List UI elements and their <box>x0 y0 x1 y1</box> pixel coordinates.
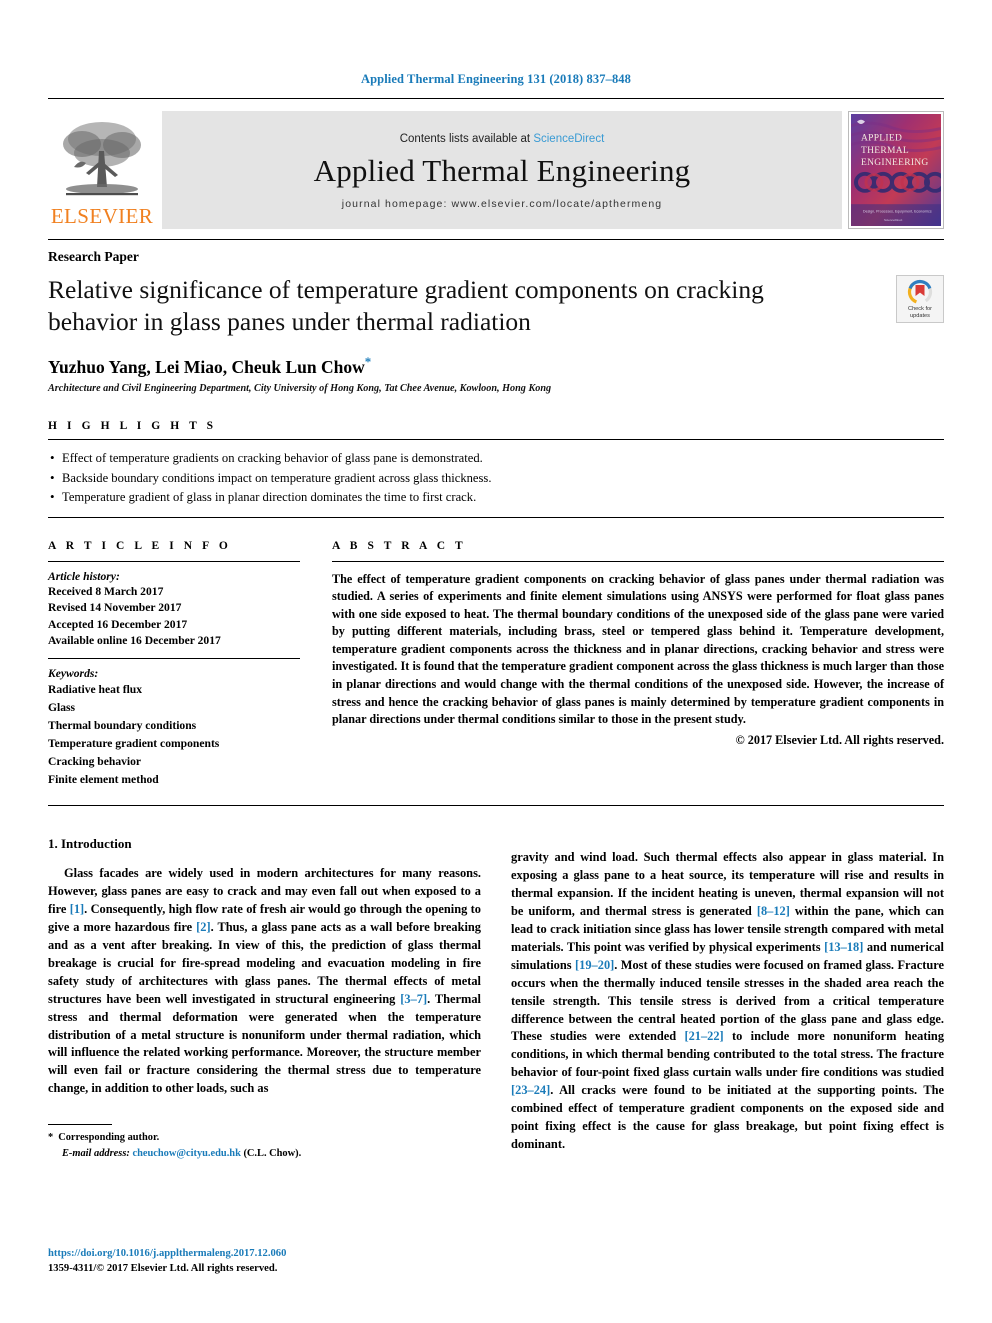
header-divider <box>48 98 944 99</box>
abstract-text: The effect of temperature gradient compo… <box>332 571 944 727</box>
keyword-item: Temperature gradient components <box>48 737 220 751</box>
history-available-online: Available online 16 December 2017 <box>48 633 221 647</box>
intro2-text-f: . All cracks were found to be initiated … <box>511 1083 944 1152</box>
keywords-label: Keywords: <box>48 667 99 681</box>
journal-title: Applied Thermal Engineering <box>313 152 691 188</box>
corresponding-author-marker: * <box>364 354 372 370</box>
citation-19-20[interactable]: [19–20] <box>575 958 614 972</box>
keyword-item: Radiative heat flux <box>48 683 143 697</box>
author-list: Yuzhuo Yang, Lei Miao, Cheuk Lun Chow* <box>48 354 944 378</box>
footnote-star: * <box>48 1132 54 1144</box>
paper-page: Applied Thermal Engineering 131 (2018) 8… <box>0 0 992 1323</box>
article-type: Research Paper <box>48 249 139 264</box>
running-head: Applied Thermal Engineering 131 (2018) 8… <box>360 72 631 86</box>
svg-text:THERMAL: THERMAL <box>861 146 909 156</box>
doi-link[interactable]: https://doi.org/10.1016/j.applthermaleng… <box>48 1247 286 1262</box>
history-revised: Revised 14 November 2017 <box>48 601 182 615</box>
svg-text:ENGINEERING: ENGINEERING <box>861 158 929 168</box>
intro-paragraph-right: gravity and wind load. Such thermal effe… <box>511 849 944 1155</box>
footnote-rule <box>48 1124 112 1126</box>
article-info-heading: A R T I C L E I N F O <box>48 539 232 552</box>
abstract-copyright: © 2017 Elsevier Ltd. All rights reserved… <box>735 732 944 747</box>
contents-line: Contents lists available at ScienceDirec… <box>400 133 605 145</box>
email-note: E-mail address: cheuchow@cityu.edu.hk (C… <box>48 1146 481 1162</box>
citation-3-7[interactable]: [3–7] <box>400 992 427 1006</box>
info-abstract-section: A R T I C L E I N F O Article history: R… <box>48 540 944 790</box>
elsevier-wordmark: ELSEVIER <box>50 204 154 228</box>
keywords-block: Keywords: Radiative heat flux Glass Ther… <box>48 658 300 789</box>
list-item: Temperature gradient of glass in planar … <box>50 487 944 508</box>
abstract-heading: A B S T R A C T <box>332 539 467 552</box>
citation-8-12[interactable]: [8–12] <box>757 904 790 918</box>
intro-paragraph-left: Glass facades are widely used in modern … <box>48 865 481 1099</box>
title-block: Research Paper Relative significance of … <box>48 249 944 394</box>
footer-block: https://doi.org/10.1016/j.applthermaleng… <box>48 1247 286 1277</box>
crossmark-line1: Check for <box>908 305 932 312</box>
article-info-rule <box>48 560 300 562</box>
keywords-rule <box>48 658 300 660</box>
contents-prefix: Contents lists available at <box>399 132 534 145</box>
journal-cover-thumbnail[interactable]: APPLIED THERMAL ENGINEERING Design, Proc… <box>848 111 944 229</box>
svg-text:ScienceDirect: ScienceDirect <box>884 218 903 222</box>
page-title: Relative significance of temperature gra… <box>48 275 764 337</box>
citation-21-22[interactable]: [21–22] <box>684 1029 723 1043</box>
abstract-bottom-rule <box>48 805 944 807</box>
citation-1[interactable]: [1] <box>70 902 84 916</box>
crossmark-line2: updates <box>910 312 930 319</box>
email-label: E-mail address: <box>62 1148 130 1160</box>
journal-homepage[interactable]: journal homepage: www.elsevier.com/locat… <box>342 198 662 210</box>
keyword-item: Thermal boundary conditions <box>48 719 197 733</box>
keyword-item: Finite element method <box>48 773 159 787</box>
corresponding-text: Corresponding author. <box>58 1132 160 1144</box>
article-info-column: A R T I C L E I N F O Article history: R… <box>48 540 300 790</box>
cover-artwork: APPLIED THERMAL ENGINEERING Design, Proc… <box>851 114 941 226</box>
intro-text-d: . Thermal stress and thermal deformation… <box>48 991 481 1096</box>
elsevier-tree-icon <box>63 122 141 196</box>
highlights-section: H I G H L I G H T S Effect of temperatur… <box>48 420 944 518</box>
footnote-block: * Corresponding author. E-mail address: c… <box>48 1124 481 1161</box>
left-column: 1. Introduction Glass facades are widely… <box>48 836 481 1167</box>
citation-13-18[interactable]: [13–18] <box>824 940 863 954</box>
list-item: Backside boundary conditions impact on t… <box>50 468 944 489</box>
history-received: Received 8 March 2017 <box>48 584 164 598</box>
affiliation: Architecture and Civil Engineering Depar… <box>48 383 552 395</box>
introduction-heading: 1. Introduction <box>48 836 132 852</box>
crossmark-label: Check for updates <box>908 306 932 320</box>
svg-text:Design, Processes, Equipment,: Design, Processes, Equipment, Economics <box>863 210 932 214</box>
abstract-rule <box>332 560 944 562</box>
sciencedirect-link[interactable]: ScienceDirect <box>533 133 604 145</box>
keyword-item: Glass <box>48 701 76 715</box>
masthead-divider <box>48 239 944 240</box>
body-columns: 1. Introduction Glass facades are widely… <box>48 836 944 1167</box>
list-item: Effect of temperature gradients on crack… <box>50 448 944 469</box>
history-accepted: Accepted 16 December 2017 <box>48 617 188 631</box>
crossmark-icon <box>907 279 933 304</box>
author-names: Yuzhuo Yang, Lei Miao, Cheuk Lun Chow <box>48 357 365 378</box>
highlights-heading: H I G H L I G H T S <box>48 420 217 433</box>
email-link[interactable]: cheuchow@cityu.edu.hk <box>132 1148 240 1159</box>
abstract-column: A B S T R A C T The effect of temperatur… <box>332 540 944 790</box>
highlights-list: Effect of temperature gradients on crack… <box>48 440 944 517</box>
citation-23-24[interactable]: [23–24] <box>511 1083 550 1097</box>
svg-text:APPLIED: APPLIED <box>861 134 902 144</box>
email-suffix: (C.L. Chow). <box>240 1148 302 1160</box>
issn-copyright: 1359-4311/© 2017 Elsevier Ltd. All right… <box>48 1263 278 1275</box>
keyword-item: Cracking behavior <box>48 755 142 769</box>
citation-2[interactable]: [2] <box>196 920 210 934</box>
elsevier-logo: ELSEVIER <box>48 111 156 229</box>
crossmark-badge[interactable]: Check for updates <box>896 275 944 323</box>
article-history-label: Article history: <box>48 569 120 583</box>
highlights-bottom-rule <box>48 516 944 518</box>
journal-masthead: ELSEVIER Contents lists available at Sci… <box>48 111 944 229</box>
right-column: gravity and wind load. Such thermal effe… <box>511 836 944 1167</box>
journal-band: Contents lists available at ScienceDirec… <box>162 111 842 229</box>
corresponding-author-note: * Corresponding author. <box>48 1130 481 1146</box>
